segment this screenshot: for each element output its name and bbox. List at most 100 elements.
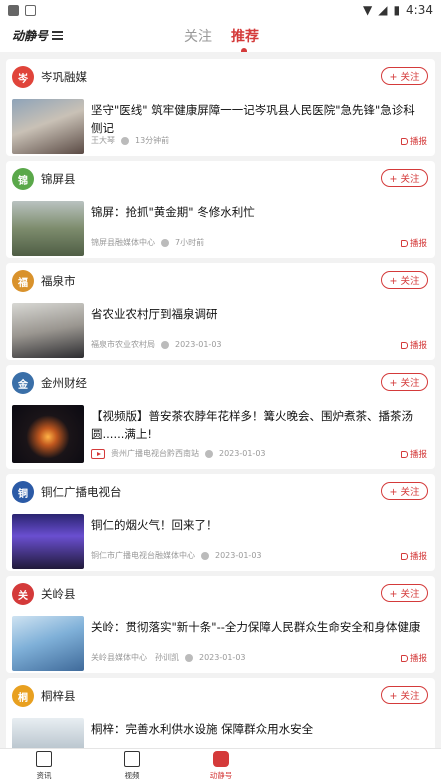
battery-icon: ▮ xyxy=(393,3,401,17)
source-name[interactable]: 关岭县 xyxy=(41,586,76,602)
status-bar: ▼ ◢ ▮ 4:34 xyxy=(0,0,441,20)
news-thumbnail[interactable] xyxy=(12,99,84,154)
follow-button[interactable]: + 关注 xyxy=(381,271,428,289)
source-logo-icon: 铜 xyxy=(12,481,34,503)
speaker-icon xyxy=(400,552,408,560)
broadcast-label: 播报 xyxy=(409,137,427,147)
news-title[interactable]: 桐梓：完善水利供水设施 保障群众用水安全 xyxy=(91,720,421,738)
news-time: 7小时前 xyxy=(175,238,205,247)
speaker-icon xyxy=(400,239,408,247)
source-name[interactable]: 金州财经 xyxy=(41,375,87,391)
news-thumbnail[interactable] xyxy=(12,405,84,463)
news-card[interactable]: 金 金州财经 + 关注 【视频版】普安茶农脖年花样多！篝火晚会、围炉煮茶、播茶汤… xyxy=(6,365,435,469)
news-meta: 福泉市农业农村局 2023-01-03 xyxy=(91,339,222,350)
news-meta: 贵州广播电视台黔西南站 2023-01-03 xyxy=(91,448,266,459)
broadcast-label: 播报 xyxy=(409,341,427,351)
video-icon xyxy=(91,448,105,459)
clock-icon xyxy=(205,449,213,458)
broadcast-button[interactable]: 播报 xyxy=(400,652,427,664)
clock-icon xyxy=(161,340,169,349)
news-thumbnail[interactable] xyxy=(12,514,84,569)
follow-button[interactable]: + 关注 xyxy=(381,482,428,500)
source-name[interactable]: 桐梓县 xyxy=(41,688,76,704)
source-name[interactable]: 锦屏县 xyxy=(41,171,76,187)
broadcast-label: 播报 xyxy=(409,239,427,249)
news-card[interactable]: 岑 岑巩融媒 + 关注 坚守"医线" 筑牢健康屏障一一记岑巩县人民医院"急先锋"… xyxy=(6,59,435,156)
speaker-icon xyxy=(400,137,408,145)
news-time: 2023-01-03 xyxy=(215,551,262,560)
broadcast-label: 播报 xyxy=(409,450,427,460)
clock-icon xyxy=(161,238,169,247)
news-meta: 铜仁市广播电视台融媒体中心 2023-01-03 xyxy=(91,550,262,561)
clock-icon xyxy=(121,136,129,145)
card-header: 福 福泉市 + 关注 xyxy=(6,263,435,297)
news-time: 13分钟前 xyxy=(135,136,170,145)
news-author: 贵州广播电视台黔西南站 xyxy=(111,449,199,458)
menu-icon xyxy=(52,29,64,42)
broadcast-label: 播报 xyxy=(409,654,427,664)
tab-recommend[interactable]: 推荐 xyxy=(231,26,259,46)
clock-icon xyxy=(201,551,209,560)
news-thumbnail[interactable] xyxy=(12,201,84,256)
app-logo[interactable]: 动静号 xyxy=(12,27,64,44)
news-thumbnail[interactable] xyxy=(12,616,84,671)
news-author: 王大琴 xyxy=(91,136,115,145)
active-tab-indicator xyxy=(241,48,247,52)
nav-dong-label: 动静号 xyxy=(209,771,233,780)
news-title[interactable]: 锦屏：抢抓"黄金期" 冬修水利忙 xyxy=(91,203,421,221)
app-header: 动静号 关注 推荐 xyxy=(0,20,441,52)
news-card[interactable]: 桐 桐梓县 + 关注 桐梓：完善水利供水设施 保障群众用水安全 xyxy=(6,678,435,748)
news-author: 关岭县媒体中心 孙训凯 xyxy=(91,653,179,662)
source-name[interactable]: 岑巩融媒 xyxy=(41,69,87,85)
news-card[interactable]: 铜 铜仁广播电视台 + 关注 铜仁的烟火气！回来了！ 铜仁市广播电视台融媒体中心… xyxy=(6,474,435,571)
source-logo-icon: 关 xyxy=(12,583,34,605)
news-title[interactable]: 铜仁的烟火气！回来了！ xyxy=(91,516,421,534)
broadcast-button[interactable]: 播报 xyxy=(400,135,427,147)
news-title[interactable]: 坚守"医线" 筑牢健康屏障一一记岑巩县人民医院"急先锋"急诊科侧记 xyxy=(91,101,421,137)
nav-video[interactable]: 视频 xyxy=(102,751,162,781)
nav-dongjinghao[interactable]: 动静号 xyxy=(191,751,251,781)
news-card[interactable]: 关 关岭县 + 关注 关岭：贯彻落实"新十条"--全力保障人民群众生命安全和身体… xyxy=(6,576,435,673)
nav-news[interactable]: 资讯 xyxy=(14,751,74,781)
nav-video-label: 视频 xyxy=(124,771,140,780)
signal-icon: ◢ xyxy=(378,3,388,17)
bottom-nav: 资讯 视频 动静号 xyxy=(0,748,441,784)
card-header: 锦 锦屏县 + 关注 xyxy=(6,161,435,195)
follow-button[interactable]: + 关注 xyxy=(381,169,428,187)
dongjinghao-icon xyxy=(213,751,229,767)
broadcast-button[interactable]: 播报 xyxy=(400,237,427,249)
broadcast-button[interactable]: 播报 xyxy=(400,339,427,351)
follow-button[interactable]: + 关注 xyxy=(381,686,428,704)
news-thumbnail[interactable] xyxy=(12,303,84,358)
card-header: 岑 岑巩融媒 + 关注 xyxy=(6,59,435,93)
news-author: 锦屏县融媒体中心 xyxy=(91,238,155,247)
source-logo-icon: 锦 xyxy=(12,168,34,190)
card-header: 桐 桐梓县 + 关注 xyxy=(6,678,435,712)
news-time: 2023-01-03 xyxy=(175,340,222,349)
source-name[interactable]: 铜仁广播电视台 xyxy=(41,484,122,500)
news-card[interactable]: 锦 锦屏县 + 关注 锦屏：抢抓"黄金期" 冬修水利忙 锦屏县融媒体中心 7小时… xyxy=(6,161,435,258)
news-card[interactable]: 福 福泉市 + 关注 省农业农村厅到福泉调研 福泉市农业农村局 2023-01-… xyxy=(6,263,435,360)
status-time: 4:34 xyxy=(406,3,433,17)
broadcast-label: 播报 xyxy=(409,552,427,562)
follow-button[interactable]: + 关注 xyxy=(381,584,428,602)
tab-follow[interactable]: 关注 xyxy=(184,26,212,46)
news-meta: 王大琴 13分钟前 xyxy=(91,135,169,146)
broadcast-button[interactable]: 播报 xyxy=(400,550,427,562)
news-feed[interactable]: 岑 岑巩融媒 + 关注 坚守"医线" 筑牢健康屏障一一记岑巩县人民医院"急先锋"… xyxy=(0,55,441,748)
news-author: 福泉市农业农村局 xyxy=(91,340,155,349)
follow-button[interactable]: + 关注 xyxy=(381,373,428,391)
follow-button[interactable]: + 关注 xyxy=(381,67,428,85)
clock-icon xyxy=(185,653,193,662)
news-title[interactable]: 省农业农村厅到福泉调研 xyxy=(91,305,421,323)
news-title[interactable]: 关岭：贯彻落实"新十条"--全力保障人民群众生命安全和身体健康 xyxy=(91,618,421,636)
news-thumbnail[interactable] xyxy=(12,718,84,748)
news-author: 铜仁市广播电视台融媒体中心 xyxy=(91,551,195,560)
news-icon xyxy=(36,751,52,767)
broadcast-button[interactable]: 播报 xyxy=(400,448,427,460)
source-name[interactable]: 福泉市 xyxy=(41,273,76,289)
news-title[interactable]: 【视频版】普安茶农脖年花样多！篝火晚会、围炉煮茶、播茶汤圆......满上! xyxy=(91,407,421,443)
source-logo-icon: 岑 xyxy=(12,66,34,88)
source-logo-icon: 桐 xyxy=(12,685,34,707)
source-logo-icon: 金 xyxy=(12,372,34,394)
